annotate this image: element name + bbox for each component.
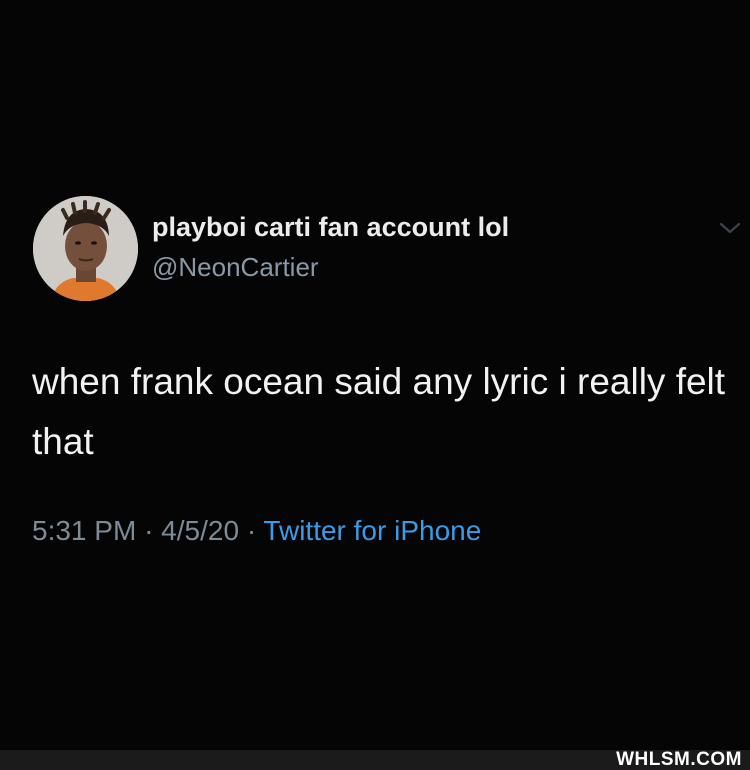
meta-separator: · [246,515,257,546]
avatar-image [33,196,138,301]
tweet-card: playboi carti fan account lol @NeonCarti… [0,0,750,750]
tweet-date: 4/5/20 [161,515,240,546]
avatar[interactable] [33,196,138,301]
chevron-down-icon[interactable] [718,220,742,236]
tweet-text: when frank ocean said any lyric i really… [32,361,726,462]
display-name[interactable]: playboi carti fan account lol [152,212,509,243]
meta-separator: · [144,515,154,546]
watermark: WHLSM.COM [616,749,742,770]
tweet-metadata: 5:31 PM · 4/5/20 · Twitter for iPhone [32,515,481,547]
user-handle[interactable]: @NeonCartier [152,252,319,283]
tweet-source-link[interactable]: Twitter for iPhone [263,515,481,546]
tweet-time: 5:31 PM [32,515,137,546]
